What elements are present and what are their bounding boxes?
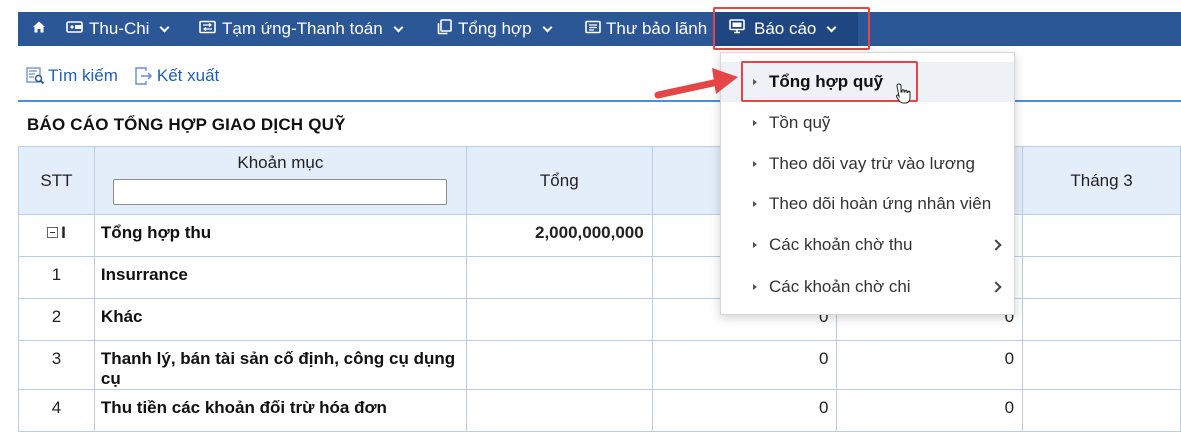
row-thang-3 [1022, 389, 1181, 432]
row-stt: I [61, 223, 66, 242]
chevron-right-icon [990, 281, 1002, 293]
row-name: Thanh lý, bán tài sản cố định, công cụ d… [93, 340, 467, 390]
chevron-down-icon [160, 22, 170, 32]
menu-item-label: Các khoản chờ chi [769, 277, 911, 296]
row-thang-1: 0 [651, 340, 838, 390]
row-stt-cell: I [18, 214, 95, 257]
bullet-triangle-icon [753, 201, 757, 207]
khoan-muc-filter-input[interactable] [113, 179, 448, 205]
row-tong: 2,000,000,000 [465, 214, 653, 257]
row-stt: 4 [18, 389, 95, 432]
bullet-triangle-icon [753, 79, 757, 85]
row-thang-3 [1022, 256, 1181, 299]
row-thang-1: 0 [651, 389, 838, 432]
row-name: Thu tiền các khoản đối trừ hóa đơn [93, 389, 467, 432]
header-thang-3: Tháng 3 [1022, 146, 1181, 215]
menu-item-label: Theo dõi vay trừ vào lương [769, 154, 975, 173]
row-stt: 3 [18, 340, 95, 390]
nav-bao-cao-label: Báo cáo [754, 19, 817, 38]
menu-item-theo-doi-vay[interactable]: Theo dõi vay trừ vào lương [721, 144, 1014, 184]
nav-tam-ung-thanh-toan[interactable]: Tạm ứng-Thanh toán [199, 12, 404, 46]
monitor-icon [729, 19, 745, 39]
row-thang-3 [1022, 340, 1181, 390]
row-stt: 2 [18, 298, 95, 341]
menu-item-label: Theo dõi hoàn ứng nhân viên [769, 194, 992, 213]
export-button[interactable]: Kết xuất [134, 66, 219, 86]
nav-thu-bao-lanh-label: Thư bảo lãnh [606, 19, 708, 38]
report-title: BÁO CÁO TỔNG HỢP GIAO DỊCH QUỸ [27, 115, 346, 134]
export-label: Kết xuất [156, 66, 220, 85]
header-tong: Tổng [465, 146, 653, 215]
bao-cao-dropdown-menu: Tổng hợp quỹ Tồn quỹ Theo dõi vay trừ và… [720, 52, 1015, 315]
collapse-toggle-icon[interactable] [47, 227, 59, 239]
row-tong [465, 298, 653, 341]
nav-bao-cao[interactable]: Báo cáo [715, 12, 858, 46]
row-thang-2: 0 [836, 340, 1024, 390]
menu-item-label: Các khoản chờ thu [769, 235, 913, 254]
menu-item-label: Tồn quỹ [769, 113, 831, 132]
row-tong [465, 340, 653, 390]
row-tong [465, 256, 653, 299]
chevron-down-icon [393, 22, 404, 32]
row-name: Insurrance [93, 256, 467, 299]
header-khoan-muc: Khoản mục [93, 146, 467, 215]
bullet-triangle-icon [753, 120, 757, 126]
chevron-right-icon [990, 239, 1002, 251]
menu-item-cac-khoan-cho-chi[interactable]: Các khoản chờ chi [721, 267, 1014, 307]
row-stt: 1 [18, 256, 95, 299]
search-list-icon [26, 67, 45, 85]
wallet-icon [66, 19, 83, 39]
menu-item-tong-hop-quy[interactable]: Tổng hợp quỹ [721, 62, 1014, 102]
nav-thu-chi-label: Thu-Chi [89, 19, 150, 38]
row-name: Tổng hợp thu [93, 214, 467, 257]
nav-thu-bao-lanh[interactable]: Thư bảo lãnh [585, 12, 707, 46]
bullet-triangle-icon [753, 161, 757, 167]
table-row[interactable]: 4 Thu tiền các khoản đối trừ hóa đơn 0 0 [18, 389, 1181, 432]
export-icon [134, 66, 154, 86]
nav-tam-ung-label: Tạm ứng-Thanh toán [222, 19, 383, 38]
copy-icon [437, 18, 452, 40]
row-name: Khác [93, 298, 467, 341]
chevron-down-icon [826, 22, 837, 32]
home-button[interactable] [32, 12, 46, 46]
header-khoan-muc-label: Khoản mục [237, 153, 324, 172]
bullet-triangle-icon [753, 242, 757, 248]
search-label: Tìm kiếm [48, 66, 118, 85]
toolbar: Tìm kiếm Kết xuất [26, 66, 219, 86]
row-thang-3 [1022, 214, 1181, 257]
menu-item-theo-doi-hoan-ung[interactable]: Theo dõi hoàn ứng nhân viên [721, 184, 1014, 224]
top-nav-bar: Thu-Chi Tạm ứng-Thanh toán Tổng hợp Thư … [18, 12, 1181, 46]
nav-thu-chi[interactable]: Thu-Chi [66, 12, 170, 46]
nav-tong-hop[interactable]: Tổng hợp [437, 12, 552, 46]
row-thang-3 [1022, 298, 1181, 341]
transfer-icon [199, 19, 216, 39]
table-row[interactable]: 3 Thanh lý, bán tài sản cố định, công cụ… [18, 340, 1181, 390]
home-icon [32, 19, 46, 39]
nav-tong-hop-label: Tổng hợp [458, 19, 532, 38]
bullet-triangle-icon [753, 284, 757, 290]
chevron-down-icon [542, 22, 552, 32]
row-thang-2: 0 [836, 389, 1024, 432]
menu-item-cac-khoan-cho-thu[interactable]: Các khoản chờ thu [721, 225, 1014, 265]
menu-item-label: Tổng hợp quỹ [769, 72, 884, 91]
letter-icon [585, 19, 601, 39]
row-tong [465, 389, 653, 432]
header-stt: STT [18, 146, 95, 215]
menu-item-ton-quy[interactable]: Tồn quỹ [721, 103, 1014, 143]
search-button[interactable]: Tìm kiếm [26, 66, 118, 86]
